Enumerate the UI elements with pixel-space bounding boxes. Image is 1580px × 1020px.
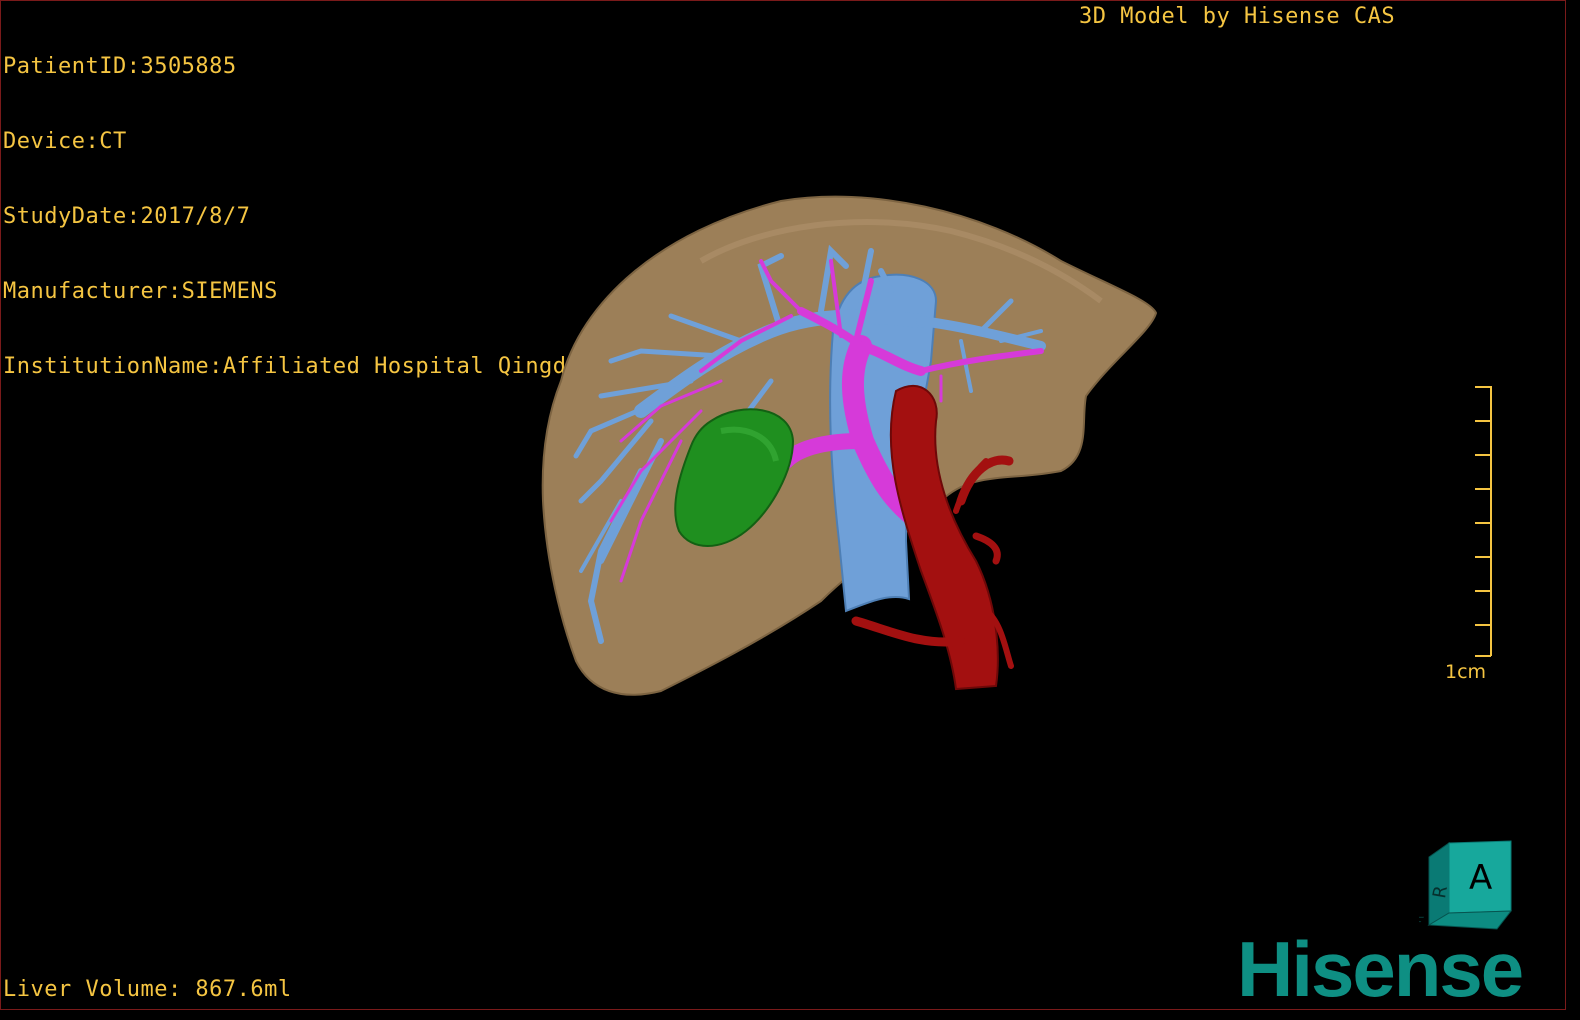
orientation-cube[interactable]: A R F (1419, 837, 1519, 937)
liver-volume-text: Liver Volume: 867.6ml (3, 977, 292, 1002)
hisense-logo: Hisense (1237, 925, 1524, 1013)
3d-liver-model[interactable] (1, 1, 1567, 1011)
orientation-front-letter: A (1469, 858, 1492, 898)
scale-bar-label: 1cm (1445, 661, 1487, 683)
scale-ticks (1475, 386, 1491, 657)
3d-viewport[interactable]: PatientID:3505885 Device:CT StudyDate:20… (0, 0, 1566, 1010)
scale-bar (1475, 386, 1492, 657)
